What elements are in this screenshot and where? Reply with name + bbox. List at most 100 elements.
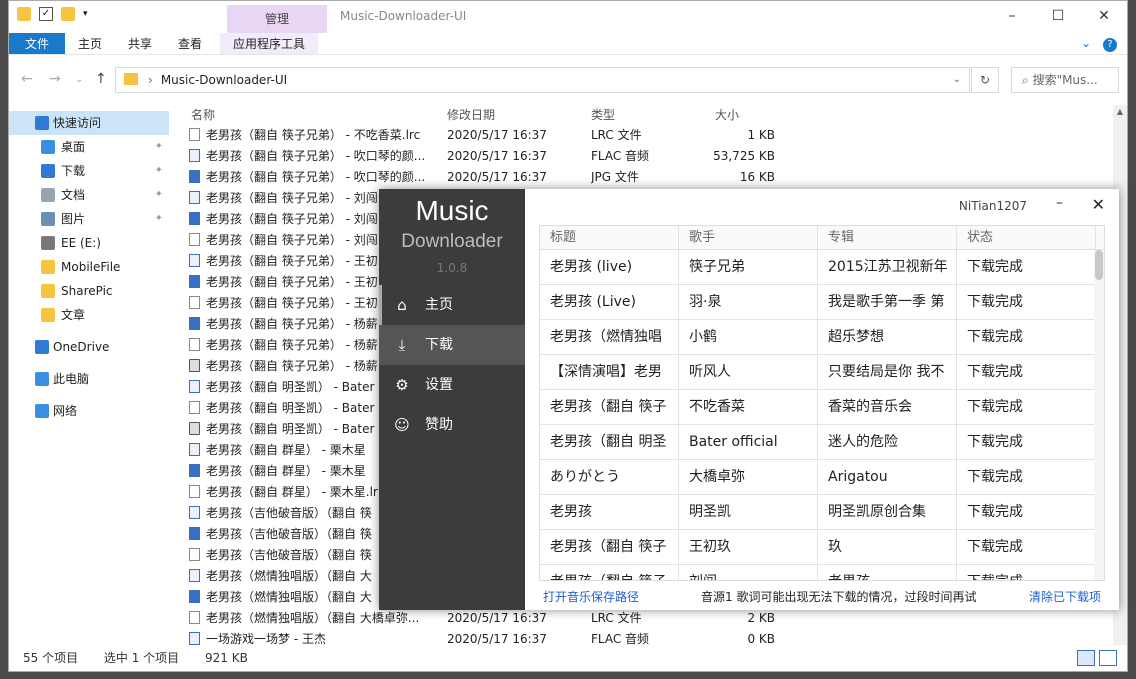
clear-downloaded-link[interactable]: 清除已下载项 [1029,587,1101,607]
address-dropdown-icon[interactable]: ⌄ [953,68,961,92]
maximize-button[interactable]: ☐ [1035,1,1081,33]
download-row[interactable]: 老男孩 (live) 筷子兄弟 2015江苏卫视新年 下载完成 [540,250,1104,285]
tab-share[interactable]: 共享 [115,33,165,54]
text-file-icon [189,338,200,351]
song-album: 超乐梦想 [818,320,957,354]
file-type: FLAC 音频 [591,149,650,163]
document-icon [41,188,55,202]
tab-file[interactable]: 文件 [9,33,65,54]
scroll-up-icon[interactable]: ▲ [1113,105,1127,119]
column-status[interactable]: 状态 [957,226,1096,249]
column-title[interactable]: 标题 [540,226,679,249]
nav-item-label: 图片 [61,212,86,226]
text-file-icon [189,296,200,309]
song-title: 老男孩 (live) [540,250,679,284]
dropdown-icon[interactable]: ▾ [83,7,97,21]
column-album[interactable]: 专辑 [818,226,957,249]
large-icons-view-icon[interactable] [1099,650,1117,666]
help-icon[interactable]: ? [1103,38,1117,52]
new-folder-icon[interactable] [61,7,75,21]
file-name-label: 老男孩（翻自 筷子兄弟） - 王初 [206,254,378,268]
song-title: 老男孩 [540,495,679,529]
column-name[interactable]: 名称 [185,105,447,125]
song-title: 老男孩（翻自 筷子 [540,565,679,580]
download-row[interactable]: 【深情演唱】老男 听风人 只要结局是你 我不 下载完成 [540,355,1104,390]
file-row[interactable]: 老男孩（翻自 筷子兄弟） - 不吃香菜.lrc 2020/5/17 16:37 LR… [185,125,805,146]
back-icon[interactable]: ← [21,71,33,87]
download-table-scrollbar[interactable] [1094,250,1104,580]
column-type[interactable]: 类型 [591,105,709,125]
recent-locations-icon[interactable]: ⌄ [75,74,83,85]
file-name-label: 老男孩（翻自 筷子兄弟） - 不吃香菜.lrc [206,128,421,142]
nav-item-14[interactable]: 网络 [9,399,169,423]
image-file-icon [189,275,200,288]
username-label[interactable]: NiTian1207 [959,199,1027,213]
download-row[interactable]: ありがとう 大橋卓弥 Arigatou 下载完成 [540,460,1104,495]
up-icon[interactable]: ↑ [95,71,107,87]
audio-file-icon [189,632,200,645]
refresh-button[interactable]: ↻ [971,67,999,93]
search-input[interactable]: ⌕ 搜索"Mus... [1011,67,1119,93]
download-row[interactable]: 老男孩（翻自 明圣 Bater official 迷人的危险 下载完成 [540,425,1104,460]
nav-item-6[interactable]: MobileFile [9,255,169,279]
explorer-titlebar: ✓ ▾ 管理 Music-Downloader-UI – ☐ ✕ [9,1,1127,33]
folder-icon [41,260,55,274]
nav-item-label: EE (E:) [61,236,101,250]
column-artist[interactable]: 歌手 [679,226,818,249]
selected-count: 选中 1 个项目 [103,651,180,665]
address-bar[interactable]: › Music-Downloader-UI ⌄ [115,67,970,93]
download-row[interactable]: 老男孩（翻自 筷子刘闯老男孩下载完成 [540,565,1104,580]
song-album: 我是歌手第一季 第 [818,285,957,319]
tab-app-tools[interactable]: 应用程序工具 [220,33,319,54]
close-button[interactable]: ✕ [1081,1,1127,33]
menu-item-0[interactable]: ⌂ 主页 [379,285,525,325]
menu-item-3[interactable]: ☺ 赞助 [379,405,525,445]
minimize-button[interactable]: – [989,1,1035,33]
file-row[interactable]: 老男孩（翻自 筷子兄弟） - 吹口琴的颜... 2020/5/17 16:37 JP… [185,167,805,188]
app-close-button[interactable]: ✕ [1092,195,1105,214]
download-row[interactable]: 老男孩（燃情独唱 小鹤 超乐梦想 下载完成 [540,320,1104,355]
app-minimize-button[interactable]: – [1056,195,1063,211]
folder-icon[interactable] [17,7,31,21]
nav-item-0[interactable]: 快速访问 [9,111,169,135]
file-type: JPG 文件 [591,170,639,184]
file-row[interactable]: 老男孩（燃情独唱版）（翻自 大橋卓弥... 2020/5/17 16:37 LRC … [185,608,805,629]
nav-item-10[interactable]: OneDrive [9,335,169,359]
file-name-label: 老男孩（燃情独唱版）（翻自 大橋卓弥... [206,611,420,625]
nav-item-3[interactable]: 文档 ✦ [9,183,169,207]
menu-item-2[interactable]: ⚙ 设置 [379,365,525,405]
tab-home[interactable]: 主页 [65,33,115,54]
nav-item-4[interactable]: 图片 ✦ [9,207,169,231]
details-view-icon[interactable] [1077,650,1095,666]
nav-item-8[interactable]: 文章 [9,303,169,327]
properties-icon[interactable]: ✓ [39,7,53,21]
file-row[interactable]: 老男孩（翻自 筷子兄弟） - 吹口琴的颜... 2020/5/17 16:37 FL… [185,146,805,167]
song-title: ありがとう [540,460,679,494]
nav-item-7[interactable]: SharePic [9,279,169,303]
audio-file-icon [189,191,200,204]
download-row[interactable]: 老男孩 明圣凯 明圣凯原创合集 下载完成 [540,495,1104,530]
scrollbar-thumb[interactable] [1095,250,1103,280]
menu-item-1[interactable]: ⤓ 下载 [379,325,525,365]
forward-icon[interactable]: → [49,71,61,87]
expand-ribbon-icon[interactable]: ⌄ [1081,36,1091,50]
folder-icon [124,73,138,85]
nav-item-12[interactable]: 此电脑 [9,367,169,391]
column-size[interactable]: 大小 [709,105,779,125]
nav-item-1[interactable]: 桌面 ✦ [9,135,169,159]
file-date: 2020/5/17 16:37 [447,149,547,163]
song-album: 2015江苏卫视新年 [818,250,957,284]
nav-item-label: MobileFile [61,260,121,274]
song-album: 香菜的音乐会 [818,390,957,424]
open-save-path-link[interactable]: 打开音乐保存路径 [543,587,639,607]
column-date[interactable]: 修改日期 [447,105,591,125]
tab-view[interactable]: 查看 [165,33,215,54]
download-row[interactable]: 老男孩 (Live) 羽·泉 我是歌手第一季 第下载完成 [540,285,1104,320]
download-row[interactable]: 老男孩（翻自 筷子 不吃香菜 香菜的音乐会 下载完成 [540,390,1104,425]
nav-item-5[interactable]: EE (E:) [9,231,169,255]
nav-item-2[interactable]: 下载 ✦ [9,159,169,183]
desktop-icon [41,140,55,154]
manage-context-tab[interactable]: 管理 [227,5,327,33]
download-row[interactable]: 老男孩（翻自 筷子 王初玖玖下载完成 [540,530,1104,565]
